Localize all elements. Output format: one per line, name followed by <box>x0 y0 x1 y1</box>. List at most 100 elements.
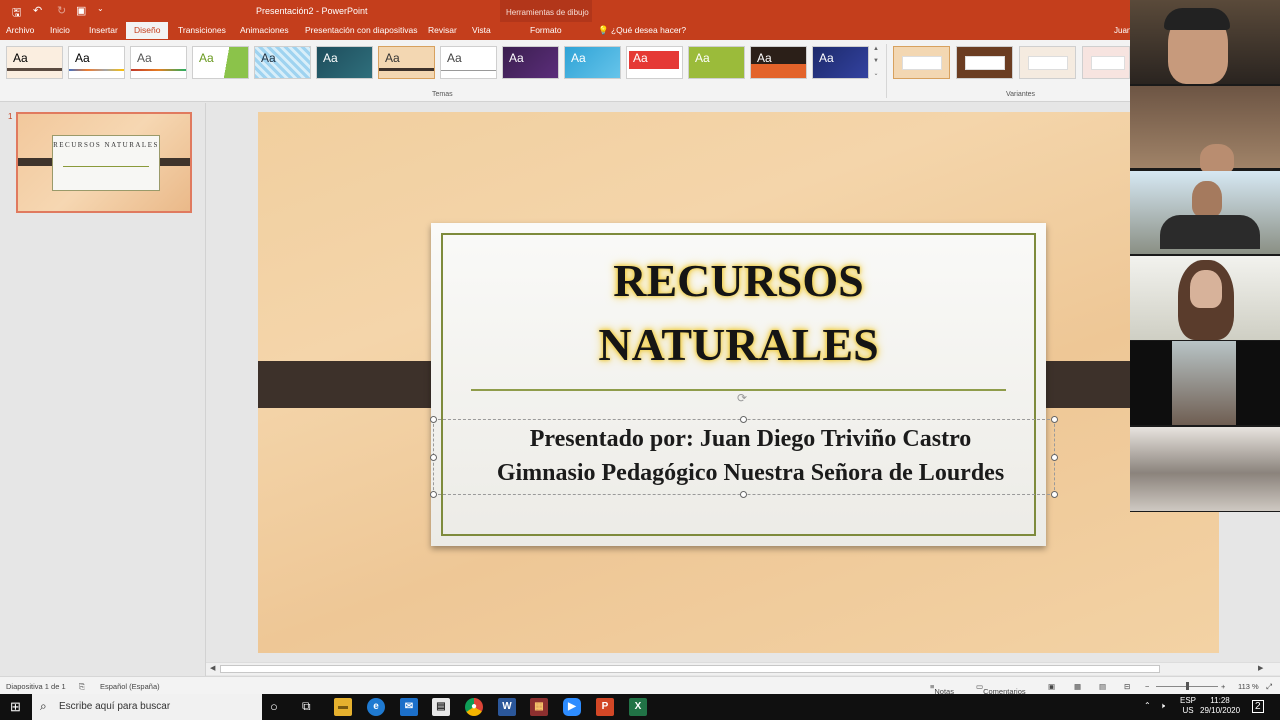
theme-thumbnail[interactable]: Aa <box>68 46 125 79</box>
file-explorer-icon[interactable]: ▬ <box>334 698 352 716</box>
normal-view-icon[interactable]: ▣ <box>1048 682 1055 691</box>
taskbar-clock[interactable]: 11:28 29/10/2020 <box>1200 696 1240 716</box>
zoom-level[interactable]: 113 % <box>1238 682 1259 691</box>
variant-thumbnail[interactable] <box>1019 46 1076 79</box>
task-view-icon[interactable]: ⧉ <box>302 699 311 714</box>
title-card: RECURSOS NATURALES ⟳ Presentado por: Jua… <box>430 223 1058 546</box>
store-icon[interactable]: ▤ <box>432 698 450 716</box>
tab-revisar[interactable]: Revisar <box>428 25 457 35</box>
language-indicator[interactable]: Español (España) <box>100 682 160 691</box>
participant-video[interactable] <box>1130 341 1280 425</box>
comments-button[interactable]: ▭ Comentarios <box>976 682 1026 696</box>
powerpoint-icon[interactable]: P <box>596 698 614 716</box>
input-language[interactable]: ESP US <box>1180 696 1196 716</box>
participant-video[interactable] <box>1130 0 1280 84</box>
theme-thumbnail[interactable]: Aa <box>254 46 311 79</box>
cortana-icon[interactable]: ○ <box>270 699 278 714</box>
participant-body <box>1160 215 1260 249</box>
reading-view-icon[interactable]: ▤ <box>1099 682 1106 691</box>
word-icon[interactable]: W <box>498 698 516 716</box>
windows-start-icon[interactable]: ⊞ <box>10 699 21 715</box>
zoom-in-icon[interactable]: + <box>1221 682 1225 691</box>
theme-thumbnail[interactable]: Aa <box>192 46 249 79</box>
theme-thumbnail-selected[interactable]: Aa <box>378 46 435 79</box>
theme-thumbnail[interactable]: Aa <box>316 46 373 79</box>
slide-title[interactable]: RECURSOS NATURALES <box>431 249 1046 377</box>
redo-icon[interactable]: ↻ <box>57 4 66 17</box>
themes-scroll-down-icon[interactable]: ▼ <box>872 58 880 68</box>
notification-count: 2 <box>1255 701 1261 712</box>
slide-sorter-icon[interactable]: ▦ <box>1074 682 1081 691</box>
fit-to-window-icon[interactable]: ⤢ <box>1266 682 1272 692</box>
tab-diseno[interactable]: Diseño <box>126 22 169 39</box>
resize-handle[interactable] <box>1051 416 1058 423</box>
undo-icon[interactable]: ↶ <box>33 4 42 17</box>
tab-archivo[interactable]: Archivo <box>6 25 34 35</box>
theme-thumbnail[interactable]: Aa <box>502 46 559 79</box>
chrome-icon[interactable]: ● <box>465 698 483 716</box>
volume-icon[interactable]: 🕨 <box>1160 701 1165 711</box>
scroll-right-icon[interactable]: ▶ <box>1258 664 1263 672</box>
resize-handle[interactable] <box>1051 491 1058 498</box>
theme-thumbnail[interactable]: Aa <box>750 46 807 79</box>
resize-handle[interactable] <box>430 416 437 423</box>
themes-more-icon[interactable]: ⌄ <box>872 70 880 80</box>
notifications-icon[interactable]: 2 <box>1252 700 1264 713</box>
resize-handle[interactable] <box>740 491 747 498</box>
tab-presentacion[interactable]: Presentación con diapositivas <box>305 25 417 35</box>
tab-insertar[interactable]: Insertar <box>89 25 118 35</box>
resize-handle[interactable] <box>740 416 747 423</box>
variant-thumbnail[interactable] <box>1082 46 1130 79</box>
theme-glyph: Aa <box>261 51 276 65</box>
thumb-band-left <box>18 158 54 166</box>
drawing-tools-label: Herramientas de dibujo <box>506 8 589 17</box>
theme-thumbnail[interactable]: Aa <box>564 46 621 79</box>
theme-glyph: Aa <box>819 51 834 65</box>
theme-thumbnail[interactable]: Aa <box>812 46 869 79</box>
save-icon[interactable]: 🖫 <box>12 4 21 23</box>
user-name[interactable]: Juan <box>1114 26 1131 35</box>
spellcheck-icon[interactable]: ⎘ <box>79 682 85 692</box>
customize-quick-access-icon[interactable]: ⌄ <box>97 4 104 13</box>
participant-video[interactable] <box>1130 171 1280 254</box>
edge-icon[interactable]: e <box>367 698 385 716</box>
slide-thumbnail[interactable]: RECURSOS NATURALES <box>16 112 192 213</box>
variant-thumbnail[interactable] <box>956 46 1013 79</box>
slideshow-icon[interactable]: ⊟ <box>1124 682 1130 691</box>
scrollbar-thumb[interactable] <box>220 665 1160 673</box>
winrar-icon[interactable]: ▦ <box>530 698 548 716</box>
tab-inicio[interactable]: Inicio <box>50 25 70 35</box>
variant-thumbnail[interactable] <box>893 46 950 79</box>
theme-thumbnail[interactable]: Aa <box>688 46 745 79</box>
theme-thumbnail[interactable]: Aa <box>130 46 187 79</box>
notes-button[interactable]: ≡ Notas <box>930 682 954 696</box>
zoom-out-icon[interactable]: − <box>1145 682 1149 691</box>
zoom-slider-thumb[interactable] <box>1186 682 1189 690</box>
mail-icon[interactable]: ✉ <box>400 698 418 716</box>
slide-canvas[interactable]: RECURSOS NATURALES ⟳ Presentado por: Jua… <box>258 112 1219 653</box>
participant-video[interactable] <box>1130 86 1280 174</box>
taskbar-search[interactable]: ⌕ Escribe aquí para buscar <box>32 694 262 720</box>
tab-formato[interactable]: Formato <box>530 25 562 35</box>
theme-thumbnail[interactable]: Aa <box>6 46 63 79</box>
theme-thumbnail[interactable]: Aa <box>440 46 497 79</box>
tell-me-search[interactable]: 💡 ¿Qué desea hacer? <box>598 25 686 36</box>
show-hidden-icons-icon[interactable]: ⌃ <box>1144 701 1151 710</box>
participant-video[interactable] <box>1130 427 1280 511</box>
scroll-left-icon[interactable]: ◀ <box>210 664 215 672</box>
tab-transiciones[interactable]: Transiciones <box>178 25 226 35</box>
participant-video[interactable] <box>1130 256 1280 340</box>
zoom-app-icon[interactable]: ▶ <box>563 698 581 716</box>
slide-band-left <box>258 361 453 408</box>
theme-thumbnail[interactable]: Aa <box>626 46 683 79</box>
ribbon-tabs: Archivo Inicio Insertar Diseño Transicio… <box>0 22 1280 40</box>
horizontal-scrollbar[interactable]: ◀ ▶ <box>206 662 1280 675</box>
start-presentation-icon[interactable]: ▣ <box>76 4 86 17</box>
subtitle-selection-box[interactable]: Presentado por: Juan Diego Triviño Castr… <box>430 416 1058 498</box>
tab-vista[interactable]: Vista <box>472 25 491 35</box>
rotate-handle-icon[interactable]: ⟳ <box>737 391 747 405</box>
resize-handle[interactable] <box>430 491 437 498</box>
themes-scroll-up-icon[interactable]: ▲ <box>872 46 880 56</box>
excel-icon[interactable]: X <box>629 698 647 716</box>
tab-animaciones[interactable]: Animaciones <box>240 25 289 35</box>
